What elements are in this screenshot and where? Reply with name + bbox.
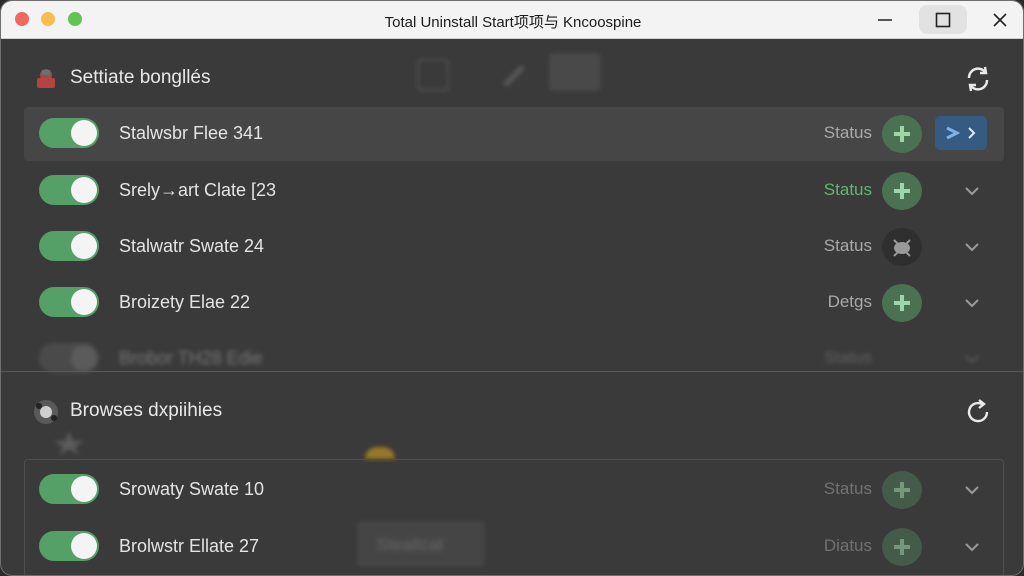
browser-app-icon bbox=[33, 399, 59, 425]
refresh-icon bbox=[967, 66, 989, 92]
list-item[interactable]: Srely→art Clate [23 Status bbox=[24, 164, 1004, 218]
toggle-knob bbox=[71, 120, 97, 146]
status-text: Detgs bbox=[827, 292, 872, 311]
toggle-knob bbox=[71, 345, 97, 371]
list-item[interactable]: Stalwsbr Fleе 341 Status bbox=[24, 107, 1004, 161]
status-text: Status bbox=[823, 348, 872, 367]
plus-badge-icon bbox=[882, 528, 922, 566]
enable-toggle[interactable] bbox=[39, 231, 99, 261]
section-header-settings: Settiate bongllés bbox=[1, 46, 1023, 106]
enable-toggle[interactable] bbox=[39, 531, 99, 561]
enable-toggle[interactable] bbox=[39, 118, 99, 148]
app-window: Total Uninstall Start项项与 Kncoospine Sett… bbox=[0, 0, 1024, 576]
close-icon bbox=[993, 13, 1007, 27]
item-label: Brolwstr Ellate 27 bbox=[119, 536, 260, 556]
toggle-knob bbox=[71, 289, 97, 315]
item-label: Brobor TH28 Edie bbox=[119, 348, 263, 368]
enable-toggle[interactable] bbox=[39, 175, 99, 205]
section-title: Browses dxpiihies bbox=[70, 400, 223, 421]
plus-badge-icon bbox=[882, 115, 922, 153]
close-button[interactable] bbox=[976, 5, 1023, 34]
chevron-down-icon[interactable] bbox=[964, 351, 980, 367]
chevron-down-icon[interactable] bbox=[964, 539, 980, 555]
chevron-down-icon[interactable] bbox=[964, 295, 980, 311]
status-text: Diatus bbox=[823, 536, 872, 555]
refresh-button[interactable] bbox=[963, 64, 993, 94]
title-bar: Total Uninstall Start项项与 Kncoospine bbox=[1, 1, 1023, 39]
ghost-sun-icon bbox=[365, 447, 395, 459]
status-text: Status bbox=[823, 180, 872, 199]
item-label: Broizety Elae 22 bbox=[119, 292, 251, 312]
item-label: Srowaty Swate 10 bbox=[119, 479, 265, 499]
chevron-down-icon[interactable] bbox=[964, 239, 980, 255]
maximize-button[interactable] bbox=[919, 5, 967, 34]
item-label: Stalwsbr Fleе 341 bbox=[119, 123, 264, 143]
list-item[interactable]: Broizety Elae 22 Detgs bbox=[24, 276, 1004, 330]
plus-badge-icon bbox=[882, 284, 922, 322]
plus-badge-icon bbox=[882, 172, 922, 210]
section-divider bbox=[1, 371, 1023, 372]
list-item[interactable]: Stalwatr Swate 24 Status bbox=[24, 220, 1004, 274]
ghost-star-icon bbox=[51, 429, 87, 455]
toggle-knob bbox=[71, 233, 97, 259]
chevron-down-icon[interactable] bbox=[964, 482, 980, 498]
enable-toggle[interactable] bbox=[39, 343, 99, 373]
item-label: Srely→art Clate [23 bbox=[119, 180, 277, 200]
minimize-icon bbox=[878, 19, 892, 21]
list-item[interactable]: Srowaty Swate 10 Status bbox=[24, 463, 1004, 517]
expand-action-button[interactable] bbox=[935, 116, 987, 150]
enable-toggle[interactable] bbox=[39, 287, 99, 317]
toggle-knob bbox=[71, 533, 97, 559]
chevron-down-icon[interactable] bbox=[964, 183, 980, 199]
status-text: Status bbox=[823, 123, 872, 142]
list-item[interactable]: Brolwstr Ellate 27 Diatus bbox=[24, 520, 1004, 574]
minimize-button[interactable] bbox=[861, 5, 909, 34]
status-text: Status bbox=[823, 479, 872, 498]
shield-app-icon bbox=[33, 66, 59, 92]
plus-badge-icon bbox=[882, 471, 922, 509]
bug-badge-icon bbox=[882, 228, 922, 266]
status-text: Status bbox=[823, 236, 872, 255]
section-header-browsers: Browses dxpiihies bbox=[1, 379, 1023, 439]
refresh-button[interactable] bbox=[963, 397, 993, 427]
toggle-knob bbox=[71, 476, 97, 502]
refresh-icon bbox=[967, 399, 989, 423]
item-label: Stalwatr Swate 24 bbox=[119, 236, 265, 256]
toggle-knob bbox=[71, 177, 97, 203]
list-item[interactable]: Brobor TH28 Edie Status bbox=[24, 332, 1004, 386]
enable-toggle[interactable] bbox=[39, 474, 99, 504]
maximize-icon bbox=[935, 12, 951, 28]
section-title: Settiate bongllés bbox=[70, 67, 211, 88]
chevron-right-icon bbox=[946, 126, 976, 140]
